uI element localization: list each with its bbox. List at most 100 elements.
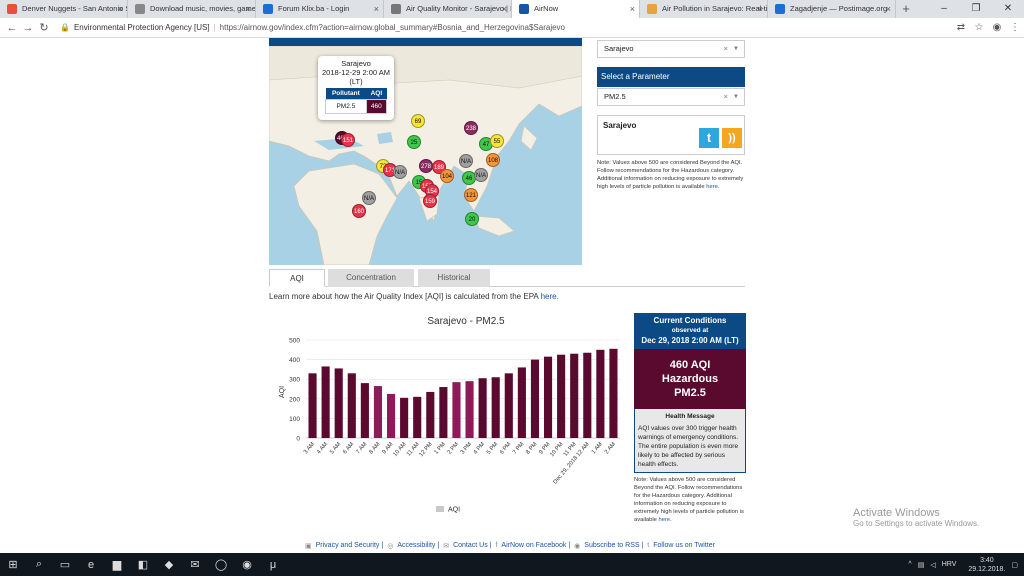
tab-close-icon[interactable]: × [502,0,507,18]
aqi-marker[interactable]: N/A [459,154,473,168]
tab-concentration[interactable]: Concentration [328,269,414,287]
bar[interactable] [426,391,435,438]
chrome-icon[interactable]: ◉ [234,558,260,571]
aqi-marker[interactable]: 121 [464,188,478,202]
tab-close-icon[interactable]: × [886,0,891,18]
aqi-marker[interactable]: 159 [423,194,437,208]
clock[interactable]: 3:40 29.12.2018. [962,556,1005,574]
tab-historical[interactable]: Historical [418,269,490,287]
tab-close-icon[interactable]: × [118,0,123,18]
aqi-marker[interactable]: 20 [465,212,479,226]
bar[interactable] [596,349,605,438]
menu-icon[interactable]: ⋮ [1006,22,1024,33]
volume-icon[interactable]: ◁ [930,561,935,569]
bar[interactable] [360,383,369,438]
close-window-button[interactable]: ✕ [992,0,1024,18]
bar[interactable] [530,359,540,438]
app-icon[interactable]: ◆ [156,558,182,571]
bar[interactable] [517,367,526,438]
rss-icon[interactable]: )) [722,128,742,148]
browser-tab[interactable]: Air Pollution in Sarajevo: Real-tim...× [640,0,768,18]
windows-start-icon[interactable]: ⊞ [0,558,26,571]
bar[interactable] [491,377,500,438]
tab-close-icon[interactable]: × [630,0,635,18]
search-icon[interactable]: ⌕ [26,558,52,571]
profile-icon[interactable]: ◉ [988,22,1006,33]
translate-icon[interactable]: ⇄ [952,22,970,33]
bar[interactable] [452,382,461,438]
aqi-marker[interactable]: 55 [490,134,504,148]
bar[interactable] [413,396,422,438]
aqi-marker[interactable]: 108 [486,153,500,167]
mail-icon[interactable]: ✉ [182,558,208,571]
aqi-marker[interactable]: 160 [352,204,366,218]
bar[interactable] [557,354,566,438]
bookmark-star-icon[interactable]: ☆ [970,22,988,33]
aqi-marker[interactable]: 238 [464,121,478,135]
aqi-marker[interactable]: 104 [440,169,454,183]
twitter-icon[interactable]: t [699,128,719,148]
learn-more-link[interactable]: here. [541,292,559,301]
browser-tab[interactable]: Denver Nuggets - San Antonio S... × [0,0,128,18]
tab-close-icon[interactable]: × [758,0,763,18]
maximize-button[interactable]: ❐ [960,0,992,18]
bar[interactable] [465,381,474,438]
new-tab-button[interactable]: + [896,0,916,18]
legend-label[interactable]: AQI [448,507,460,514]
bar[interactable] [439,387,448,438]
network-icon[interactable]: ▤ [918,561,925,569]
reload-icon[interactable]: ↻ [36,21,52,34]
facebook-link[interactable]: AirNow on Facebook | [501,542,570,550]
edge-icon[interactable]: e [78,559,104,571]
aqi-marker[interactable]: N/A [474,168,488,182]
accessibility-link[interactable]: Accessibility | [397,542,439,550]
bar[interactable] [570,353,579,438]
chevron-down-icon[interactable]: ▼ [733,41,739,57]
bar[interactable] [321,366,330,438]
tab-close-icon[interactable]: × [246,0,251,18]
parameter-select[interactable]: PM2.5 × ▼ [597,88,745,106]
city-select[interactable]: Sarajevo × ▼ [597,40,745,58]
tray-chevron-icon[interactable]: ^ [908,561,911,568]
aqi-map[interactable]: 4601516923825475572171N/A278189N/A108151… [269,46,582,265]
input-language[interactable]: HRV [942,561,957,568]
bar[interactable] [373,386,383,438]
clear-icon[interactable]: × [724,41,728,57]
app-icon-2[interactable]: ◯ [208,558,234,571]
aqi-marker[interactable]: N/A [362,191,376,205]
bar[interactable] [308,373,317,438]
bar[interactable] [583,352,592,438]
twitter-link[interactable]: Follow us on Twitter [653,542,715,550]
aqi-marker[interactable]: 278 [419,159,433,173]
bar[interactable] [504,373,513,438]
aqi-marker[interactable]: 25 [407,135,421,149]
file-explorer-icon[interactable]: ▆ [104,558,130,571]
bar[interactable] [347,373,356,438]
browser-tab[interactable]: AirNow × [512,0,640,18]
chevron-down-icon[interactable]: ▼ [733,89,739,105]
store-icon[interactable]: ◧ [130,558,156,571]
cc-more-info-link[interactable]: here. [659,517,672,523]
rss-link[interactable]: Subscribe to RSS | [584,542,643,550]
aqi-marker[interactable]: 69 [411,114,425,128]
task-view-icon[interactable]: ▭ [52,558,78,571]
forward-icon[interactable]: → [20,22,36,34]
browser-tab[interactable]: Air Quality Monitor - Sarajevo | L... × [384,0,512,18]
clear-icon[interactable]: × [724,89,728,105]
aqi-marker[interactable]: 151 [341,133,355,147]
back-icon[interactable]: ← [4,22,20,34]
address-bar[interactable]: 🔒 Environmental Protection Agency [US] |… [60,20,940,35]
torrent-icon[interactable]: μ [260,559,286,571]
aqi-marker[interactable]: N/A [393,165,407,179]
bar[interactable] [334,368,343,438]
more-info-link[interactable]: here. [706,184,719,190]
notifications-icon[interactable]: ▢ [1011,561,1018,569]
tab-aqi[interactable]: AQI [269,269,325,287]
bar[interactable] [400,397,409,438]
contact-link[interactable]: Contact Us | [453,542,491,550]
minimize-button[interactable]: – [928,0,960,18]
bar[interactable] [609,348,618,438]
browser-tab[interactable]: Forum Klix.ba - Login × [256,0,384,18]
bar[interactable] [386,393,396,438]
legend-swatch[interactable] [436,506,444,512]
